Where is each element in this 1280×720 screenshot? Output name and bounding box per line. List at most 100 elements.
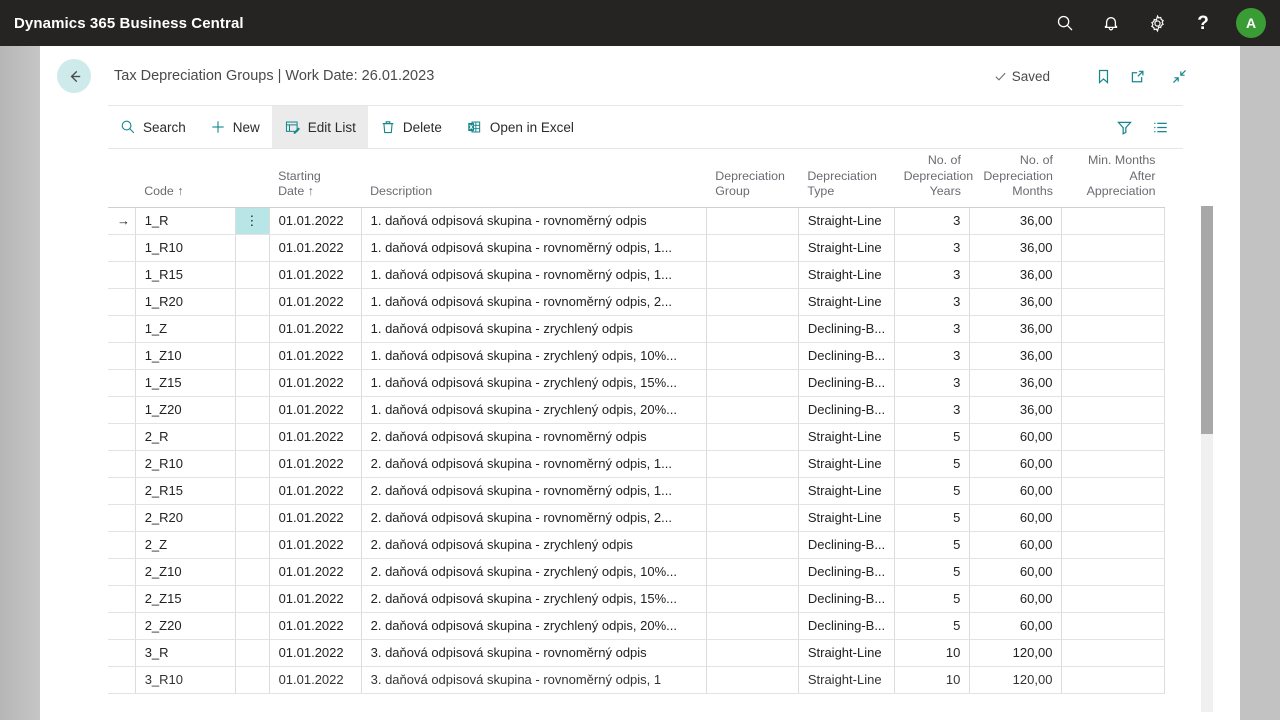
- search-button[interactable]: Search: [108, 106, 198, 148]
- cell-min-months-after-appreciation[interactable]: [1061, 612, 1165, 640]
- cell-starting-date[interactable]: 01.01.2022: [269, 396, 362, 424]
- cell-starting-date[interactable]: 01.01.2022: [269, 261, 362, 289]
- list-view-icon[interactable]: [1145, 112, 1175, 142]
- cell-depreciation-group[interactable]: [706, 477, 799, 505]
- cell-code[interactable]: 2_R: [134, 423, 237, 451]
- row-selector[interactable]: [108, 558, 136, 586]
- cell-min-months-after-appreciation[interactable]: [1061, 261, 1165, 289]
- cell-no-of-depreciation-years[interactable]: 5: [894, 558, 971, 586]
- cell-no-of-depreciation-months[interactable]: 60,00: [969, 450, 1063, 478]
- row-menu-icon[interactable]: [235, 477, 270, 505]
- cell-depreciation-group[interactable]: [706, 639, 799, 667]
- back-arrow-icon[interactable]: [57, 59, 91, 93]
- cell-code[interactable]: 2_R20: [134, 504, 237, 532]
- cell-no-of-depreciation-months[interactable]: 60,00: [969, 585, 1063, 613]
- cell-no-of-depreciation-months[interactable]: 36,00: [969, 315, 1063, 343]
- cell-no-of-depreciation-years[interactable]: 5: [894, 477, 971, 505]
- row-menu-icon[interactable]: [235, 423, 270, 451]
- row-menu-icon[interactable]: [235, 639, 270, 667]
- cell-depreciation-group[interactable]: [706, 612, 799, 640]
- cell-no-of-depreciation-years[interactable]: 5: [894, 504, 971, 532]
- row-menu-icon[interactable]: [235, 531, 270, 559]
- cell-description[interactable]: 2. daňová odpisová skupina - zrychlený o…: [361, 558, 707, 586]
- row-menu-icon[interactable]: [235, 585, 270, 613]
- cell-starting-date[interactable]: 01.01.2022: [269, 531, 362, 559]
- cell-depreciation-type[interactable]: Declining-B...: [798, 585, 896, 613]
- cell-description[interactable]: 1. daňová odpisová skupina - rovnoměrný …: [361, 288, 707, 316]
- cell-min-months-after-appreciation[interactable]: [1061, 450, 1165, 478]
- cell-no-of-depreciation-months[interactable]: 36,00: [969, 396, 1063, 424]
- cell-no-of-depreciation-months[interactable]: 36,00: [969, 288, 1063, 316]
- cell-no-of-depreciation-months[interactable]: 120,00: [969, 639, 1063, 667]
- filter-icon[interactable]: [1109, 112, 1139, 142]
- row-selector[interactable]: [108, 315, 136, 343]
- cell-code[interactable]: 2_Z: [134, 531, 237, 559]
- row-menu-icon[interactable]: [235, 369, 270, 397]
- cell-no-of-depreciation-years[interactable]: 3: [894, 369, 971, 397]
- cell-depreciation-type[interactable]: Straight-Line: [798, 288, 896, 316]
- table-row[interactable]: 1_R10 01.01.2022 1. daňová odpisová skupin…: [108, 234, 1165, 262]
- cell-depreciation-type[interactable]: Straight-Line: [798, 261, 896, 289]
- search-icon[interactable]: [1044, 0, 1086, 46]
- cell-depreciation-type[interactable]: Declining-B...: [798, 369, 896, 397]
- row-selector[interactable]: [108, 369, 136, 397]
- cell-min-months-after-appreciation[interactable]: [1061, 396, 1165, 424]
- delete-button[interactable]: Delete: [368, 106, 454, 148]
- row-menu-icon[interactable]: [235, 288, 270, 316]
- row-menu-icon[interactable]: [235, 450, 270, 478]
- cell-depreciation-group[interactable]: [706, 342, 799, 370]
- row-menu-icon[interactable]: [235, 558, 270, 586]
- cell-no-of-depreciation-years[interactable]: 3: [894, 396, 971, 424]
- cell-code[interactable]: 2_Z10: [134, 558, 237, 586]
- cell-starting-date[interactable]: 01.01.2022: [269, 666, 362, 694]
- cell-no-of-depreciation-months[interactable]: 36,00: [969, 234, 1063, 262]
- row-menu-icon[interactable]: [235, 504, 270, 532]
- cell-description[interactable]: 1. daňová odpisová skupina - zrychlený o…: [361, 342, 707, 370]
- row-menu-icon[interactable]: [235, 261, 270, 289]
- cell-depreciation-group[interactable]: [706, 531, 799, 559]
- cell-depreciation-group[interactable]: [706, 315, 799, 343]
- avatar[interactable]: A: [1236, 8, 1266, 38]
- cell-no-of-depreciation-months[interactable]: 120,00: [969, 666, 1063, 694]
- help-icon[interactable]: ?: [1182, 0, 1224, 46]
- cell-depreciation-type[interactable]: Straight-Line: [798, 207, 896, 235]
- cell-code[interactable]: 2_Z15: [134, 585, 237, 613]
- cell-depreciation-type[interactable]: Declining-B...: [798, 315, 896, 343]
- cell-code[interactable]: 3_R10: [134, 666, 237, 694]
- cell-depreciation-group[interactable]: [706, 207, 799, 235]
- row-selector[interactable]: [108, 612, 136, 640]
- cell-description[interactable]: 1. daňová odpisová skupina - zrychlený o…: [361, 369, 707, 397]
- vertical-scrollbar[interactable]: [1201, 206, 1213, 712]
- cell-depreciation-type[interactable]: Straight-Line: [798, 450, 896, 478]
- cell-no-of-depreciation-years[interactable]: 5: [894, 585, 971, 613]
- cell-code[interactable]: 2_R10: [134, 450, 237, 478]
- row-selector[interactable]: [108, 450, 136, 478]
- cell-no-of-depreciation-months[interactable]: 60,00: [969, 477, 1063, 505]
- cell-starting-date[interactable]: 01.01.2022: [269, 342, 362, 370]
- cell-depreciation-group[interactable]: [706, 558, 799, 586]
- cell-description[interactable]: 1. daňová odpisová skupina - rovnoměrný …: [361, 234, 707, 262]
- cell-starting-date[interactable]: 01.01.2022: [269, 504, 362, 532]
- header-min-months-after-appreciation[interactable]: Min. Months After Appreciation: [1061, 149, 1165, 208]
- cell-starting-date[interactable]: 01.01.2022: [269, 234, 362, 262]
- cell-code[interactable]: 1_R: [134, 207, 237, 235]
- cell-depreciation-type[interactable]: Straight-Line: [798, 666, 896, 694]
- cell-starting-date[interactable]: 01.01.2022: [269, 639, 362, 667]
- open-in-excel-button[interactable]: Open in Excel: [454, 106, 586, 148]
- table-row[interactable]: 2_R15 01.01.2022 2. daňová odpisová skupin…: [108, 477, 1165, 505]
- cell-no-of-depreciation-months[interactable]: 36,00: [969, 207, 1063, 235]
- cell-starting-date[interactable]: 01.01.2022: [269, 585, 362, 613]
- cell-depreciation-group[interactable]: [706, 450, 799, 478]
- cell-no-of-depreciation-months[interactable]: 60,00: [969, 423, 1063, 451]
- cell-code[interactable]: 3_R: [134, 639, 237, 667]
- row-selector[interactable]: [108, 423, 136, 451]
- cell-depreciation-group[interactable]: [706, 234, 799, 262]
- cell-depreciation-type[interactable]: Declining-B...: [798, 558, 896, 586]
- cell-no-of-depreciation-years[interactable]: 3: [894, 315, 971, 343]
- table-row[interactable]: 2_Z20 01.01.2022 2. daňová odpisová skupin…: [108, 612, 1165, 640]
- cell-description[interactable]: 1. daňová odpisová skupina - zrychlený o…: [361, 315, 707, 343]
- row-menu-icon[interactable]: [235, 396, 270, 424]
- cell-depreciation-group[interactable]: [706, 666, 799, 694]
- cell-no-of-depreciation-years[interactable]: 5: [894, 450, 971, 478]
- cell-no-of-depreciation-years[interactable]: 3: [894, 234, 971, 262]
